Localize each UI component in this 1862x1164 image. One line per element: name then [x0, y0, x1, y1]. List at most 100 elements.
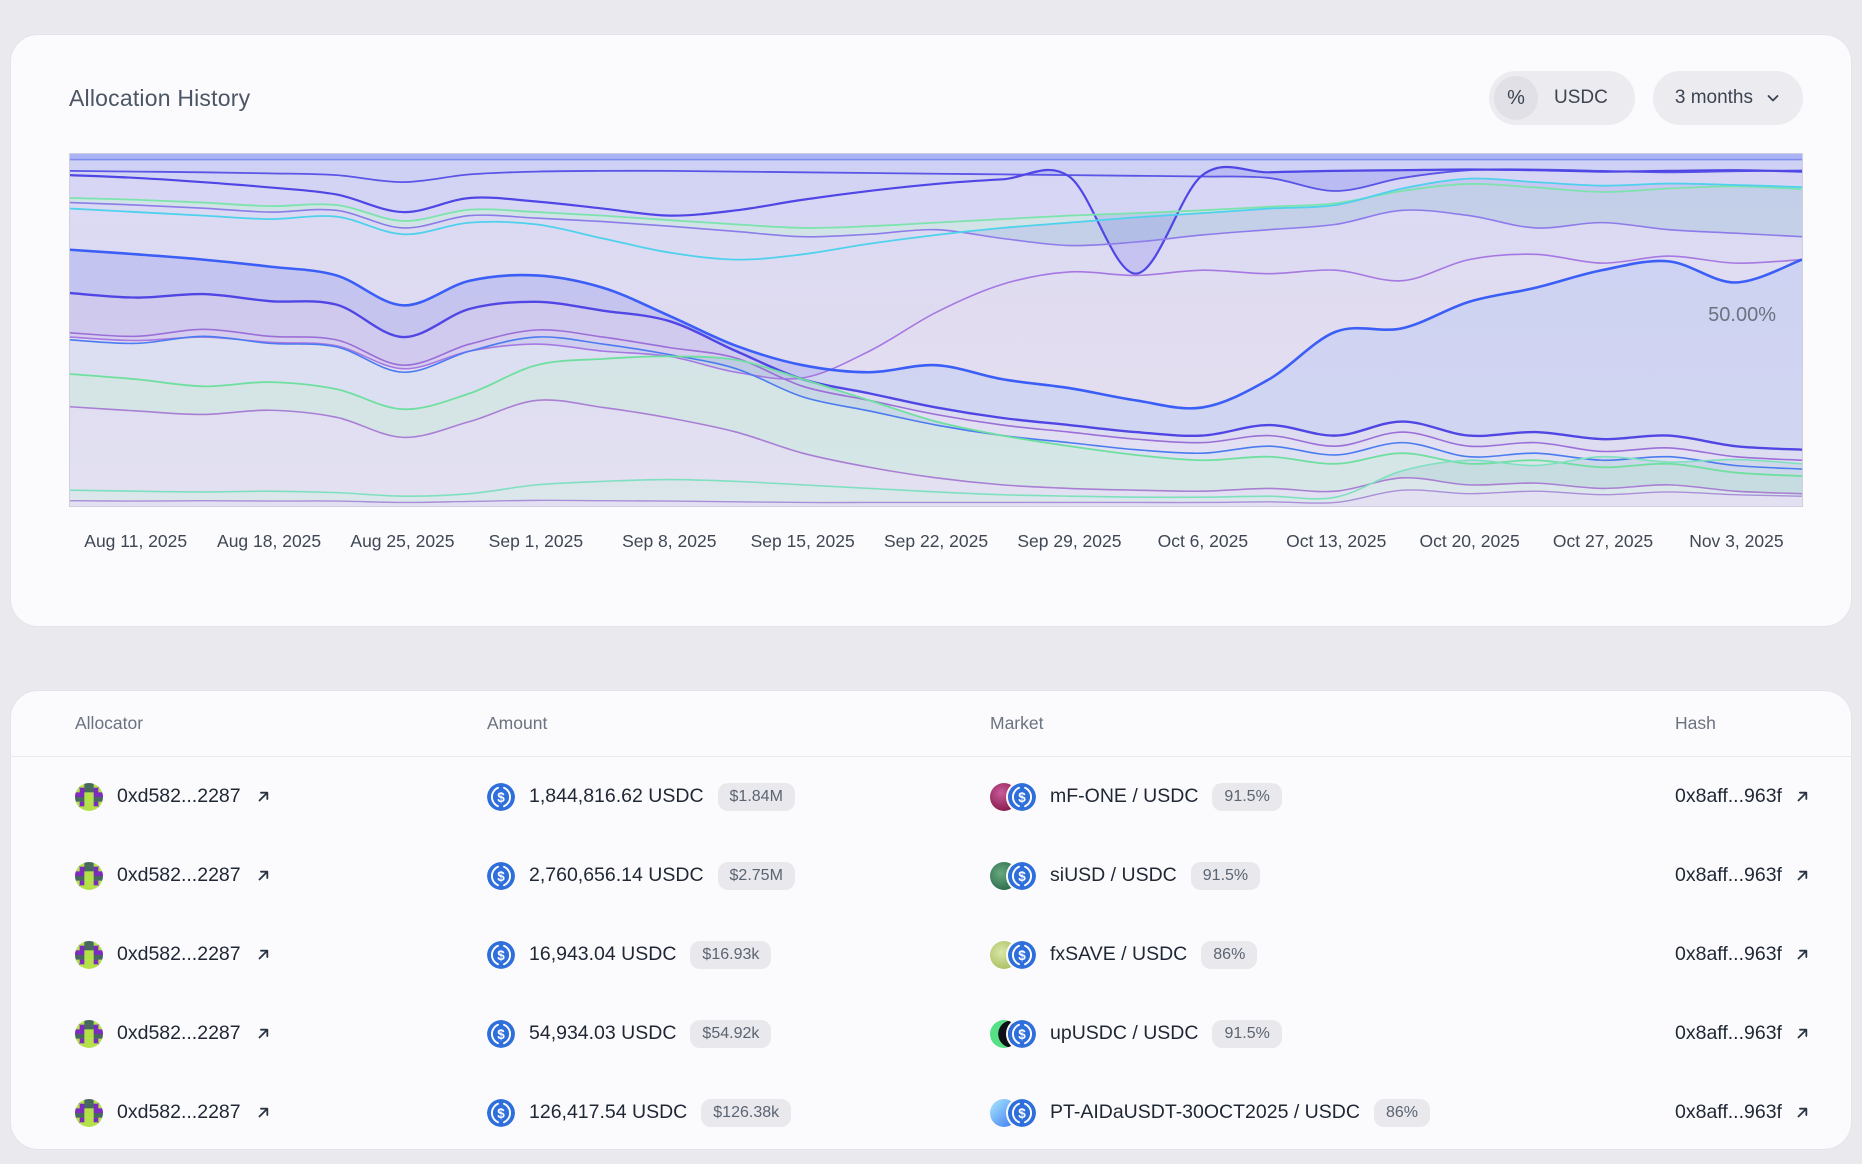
hash-cell: 0x8aff...963f [1675, 1101, 1827, 1124]
external-link-arrow-icon[interactable] [255, 1104, 272, 1121]
column-header-amount: Amount [487, 713, 990, 734]
hash-value[interactable]: 0x8aff...963f [1675, 943, 1782, 966]
external-link-arrow-icon[interactable] [255, 1025, 272, 1042]
market-cell: $ PT-AIDaUSDT-30OCT2025 / USDC 86% [990, 1099, 1675, 1127]
allocator-cell: 0xd582...2287 [75, 783, 487, 811]
amount-value: 16,943.04 USDC [529, 943, 676, 966]
hash-value[interactable]: 0x8aff...963f [1675, 785, 1782, 808]
amount-usd-badge: $54.92k [690, 1020, 771, 1048]
allocator-address[interactable]: 0xd582...2287 [117, 864, 241, 887]
amount-value: 54,934.03 USDC [529, 1022, 676, 1045]
svg-text:$: $ [497, 790, 505, 805]
amount-usd-badge: $16.93k [690, 941, 771, 969]
market-cell: $ upUSDC / USDC 91.5% [990, 1020, 1675, 1048]
market-ltv-badge: 86% [1201, 941, 1257, 969]
x-axis-tick-label: Sep 22, 2025 [869, 531, 1002, 552]
allocation-chart[interactable]: 50.00% [69, 153, 1803, 507]
amount-usd-badge: $1.84M [718, 783, 795, 811]
external-link-arrow-icon[interactable] [1794, 946, 1811, 963]
market-name[interactable]: upUSDC / USDC [1050, 1022, 1198, 1045]
x-axis-tick-label: Oct 20, 2025 [1403, 531, 1536, 552]
allocation-history-card: Allocation History % USDC 3 months 50.00… [10, 34, 1852, 627]
unit-toggle-usdc-label[interactable]: USDC [1538, 87, 1630, 109]
table-row: 0xd582...2287 $ 1,844,816.62 USDC $1.84M… [11, 757, 1851, 836]
external-link-arrow-icon[interactable] [1794, 867, 1811, 884]
amount-usd-badge: $126.38k [701, 1099, 791, 1127]
table-header: AllocatorAmountMarketHash [11, 691, 1851, 757]
column-header-allocator: Allocator [75, 713, 487, 734]
usdc-coin-icon: $ [487, 783, 515, 811]
usdc-coin-icon: $ [1008, 1020, 1036, 1048]
svg-text:$: $ [1018, 869, 1026, 884]
x-axis-tick-label: Sep 8, 2025 [603, 531, 736, 552]
market-name[interactable]: fxSAVE / USDC [1050, 943, 1187, 966]
market-cell: $ mF-ONE / USDC 91.5% [990, 783, 1675, 811]
hash-cell: 0x8aff...963f [1675, 1022, 1827, 1045]
usdc-coin-icon: $ [487, 1099, 515, 1127]
amount-usd-badge: $2.75M [718, 862, 795, 890]
market-ltv-badge: 86% [1374, 1099, 1430, 1127]
usdc-coin-icon: $ [1008, 862, 1036, 890]
market-name[interactable]: PT-AIDaUSDT-30OCT2025 / USDC [1050, 1101, 1360, 1124]
market-name[interactable]: siUSD / USDC [1050, 864, 1177, 887]
hash-cell: 0x8aff...963f [1675, 943, 1827, 966]
table-row: 0xd582...2287 $ 54,934.03 USDC $54.92k $… [11, 994, 1851, 1073]
x-axis-tick-label: Oct 27, 2025 [1536, 531, 1669, 552]
page-title: Allocation History [69, 85, 250, 112]
table-row: 0xd582...2287 $ 16,943.04 USDC $16.93k $… [11, 915, 1851, 994]
hash-value[interactable]: 0x8aff...963f [1675, 1101, 1782, 1124]
market-coin-pair: $ [990, 1099, 1036, 1127]
column-header-market: Market [990, 713, 1675, 734]
x-axis-labels: Aug 11, 2025Aug 18, 2025Aug 25, 2025Sep … [69, 507, 1803, 552]
time-range-label: 3 months [1675, 87, 1753, 109]
svg-text:$: $ [1018, 1106, 1026, 1121]
external-link-arrow-icon[interactable] [255, 946, 272, 963]
external-link-arrow-icon[interactable] [1794, 1104, 1811, 1121]
x-axis-tick-label: Oct 13, 2025 [1270, 531, 1403, 552]
svg-text:$: $ [1018, 790, 1026, 805]
usdc-coin-icon: $ [487, 941, 515, 969]
chart-band-top [70, 154, 1802, 160]
hash-cell: 0x8aff...963f [1675, 864, 1827, 887]
svg-text:$: $ [1018, 1027, 1026, 1042]
market-cell: $ siUSD / USDC 91.5% [990, 862, 1675, 890]
chart-card-header: Allocation History % USDC 3 months [11, 35, 1851, 125]
usdc-coin-icon: $ [487, 862, 515, 890]
allocator-address[interactable]: 0xd582...2287 [117, 1101, 241, 1124]
allocator-avatar [75, 862, 103, 890]
external-link-arrow-icon[interactable] [255, 867, 272, 884]
allocator-cell: 0xd582...2287 [75, 1020, 487, 1048]
external-link-arrow-icon[interactable] [1794, 788, 1811, 805]
amount-value: 1,844,816.62 USDC [529, 785, 704, 808]
time-range-dropdown[interactable]: 3 months [1653, 71, 1803, 125]
amount-cell: $ 16,943.04 USDC $16.93k [487, 941, 990, 969]
allocator-avatar [75, 1099, 103, 1127]
allocator-avatar [75, 783, 103, 811]
allocator-address[interactable]: 0xd582...2287 [117, 1022, 241, 1045]
table-body: 0xd582...2287 $ 1,844,816.62 USDC $1.84M… [11, 757, 1851, 1150]
percent-toggle-icon[interactable]: % [1494, 76, 1538, 120]
usdc-coin-icon: $ [1008, 941, 1036, 969]
x-axis-tick-label: Sep 1, 2025 [469, 531, 602, 552]
allocations-table-card: AllocatorAmountMarketHash 0xd582...2287 … [10, 690, 1852, 1150]
allocation-chart-svg [70, 154, 1802, 506]
external-link-arrow-icon[interactable] [1794, 1025, 1811, 1042]
external-link-arrow-icon[interactable] [255, 788, 272, 805]
amount-cell: $ 1,844,816.62 USDC $1.84M [487, 783, 990, 811]
hash-value[interactable]: 0x8aff...963f [1675, 864, 1782, 887]
market-cell: $ fxSAVE / USDC 86% [990, 941, 1675, 969]
market-name[interactable]: mF-ONE / USDC [1050, 785, 1198, 808]
market-ltv-badge: 91.5% [1212, 783, 1281, 811]
market-ltv-badge: 91.5% [1212, 1020, 1281, 1048]
allocator-address[interactable]: 0xd582...2287 [117, 785, 241, 808]
chart-controls: % USDC 3 months [1489, 71, 1803, 125]
allocator-address[interactable]: 0xd582...2287 [117, 943, 241, 966]
x-axis-tick-label: Sep 15, 2025 [736, 531, 869, 552]
market-ltv-badge: 91.5% [1191, 862, 1260, 890]
hash-value[interactable]: 0x8aff...963f [1675, 1022, 1782, 1045]
allocator-cell: 0xd582...2287 [75, 1099, 487, 1127]
unit-toggle[interactable]: % USDC [1489, 71, 1635, 125]
market-coin-pair: $ [990, 862, 1036, 890]
x-axis-tick-label: Sep 29, 2025 [1003, 531, 1136, 552]
x-axis-tick-label: Aug 25, 2025 [336, 531, 469, 552]
